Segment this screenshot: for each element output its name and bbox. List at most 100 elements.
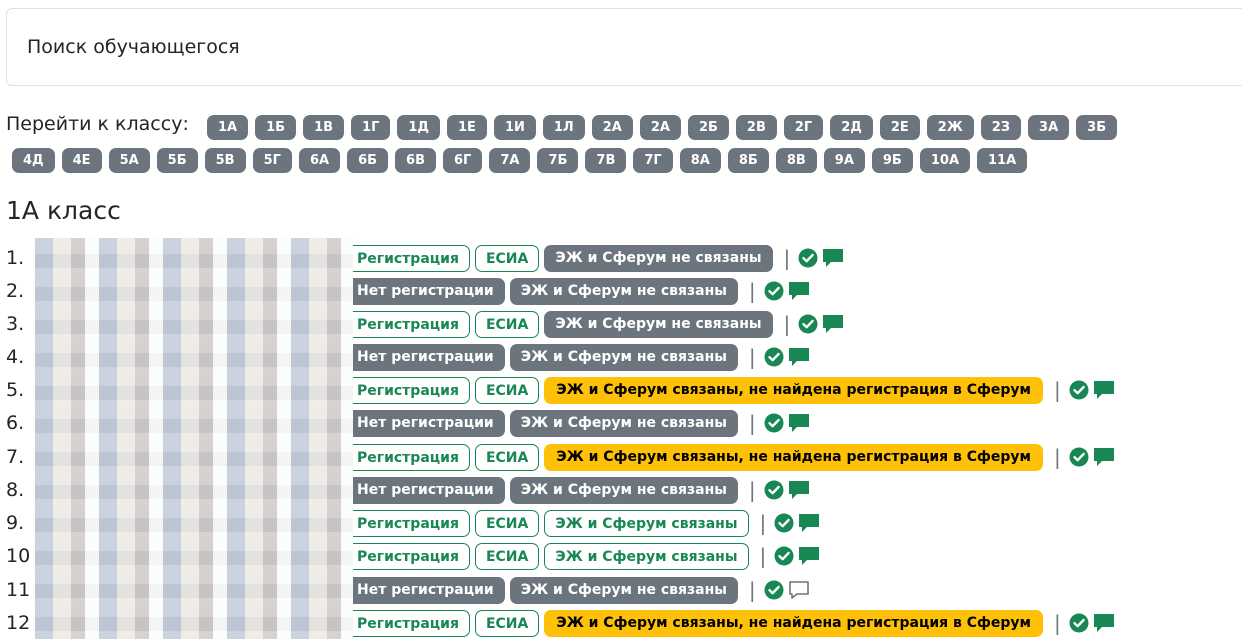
student-number: 5. (6, 379, 25, 401)
student-number: 7. (6, 446, 25, 468)
search-input[interactable] (25, 35, 929, 59)
class-button[interactable]: 1В (303, 115, 345, 140)
check-circle-icon (764, 413, 784, 433)
class-button[interactable]: 6А (298, 148, 341, 173)
search-box[interactable] (6, 8, 1242, 86)
class-button[interactable]: 5Г (252, 148, 292, 173)
chat-icon[interactable] (822, 248, 844, 268)
class-button[interactable]: 8В (775, 148, 817, 173)
class-button[interactable]: 2А (639, 115, 681, 140)
status-badge: ЕСИА (474, 376, 540, 404)
status-badge: Регистрация (346, 542, 470, 570)
chat-icon[interactable] (1093, 447, 1115, 467)
status-badge: Нет регистрации (346, 409, 505, 437)
class-button[interactable]: 2Б (687, 115, 729, 140)
status-badge: ЕСИА (474, 244, 540, 272)
separator: | (783, 312, 791, 336)
student-number: 12 (6, 612, 31, 634)
class-button[interactable]: 2З (980, 115, 1022, 140)
class-title: 1А класс (6, 196, 121, 225)
class-button[interactable]: 2А (591, 115, 633, 140)
class-buttons-row-2: 4Д 4Е 5А 5Б 5В 5Г 6А 6Б 6В 6Г 7А 7Б 7В 7Г 8А 8Б 8В 9А 9Б 10… (12, 148, 1034, 177)
chat-icon[interactable] (788, 413, 810, 433)
class-button[interactable]: 1Д (397, 115, 441, 140)
class-button[interactable]: 1Г (351, 115, 391, 140)
class-button[interactable]: 4Е (61, 148, 102, 173)
class-button[interactable]: 3Б (1076, 115, 1118, 140)
status-badge: Нет регистрации (346, 277, 505, 305)
chat-icon[interactable] (788, 347, 810, 367)
separator: | (759, 511, 767, 535)
class-button[interactable]: 9Б (871, 148, 913, 173)
student-number: 1. (6, 247, 25, 269)
class-button[interactable]: 1И (493, 115, 536, 140)
class-button[interactable]: 2Г (783, 115, 824, 140)
student-number: 9. (6, 512, 25, 534)
class-button[interactable]: 4Д (12, 148, 55, 173)
status-badge: ЭЖ и Сферум не связаны (509, 409, 738, 437)
class-button[interactable]: 3А (1028, 115, 1070, 140)
status-badge: ЭЖ и Сферум не связаны (509, 576, 738, 604)
class-button[interactable]: 7В (585, 148, 627, 173)
class-button[interactable]: 5Б (156, 148, 198, 173)
class-button[interactable]: 5В (204, 148, 246, 173)
student-number: 8. (6, 479, 25, 501)
chat-icon[interactable] (1093, 613, 1115, 633)
separator: | (783, 246, 791, 270)
class-button[interactable]: 6Б (347, 148, 389, 173)
chat-icon[interactable] (788, 281, 810, 301)
status-badge: Регистрация (346, 443, 470, 471)
class-buttons-row-1: 1А 1Б 1В 1Г 1Д 1Е 1И 1Л 2А 2А 2Б 2В 2Г 2Д 2Е 2Ж 2З 3А 3Б (207, 115, 1124, 144)
class-button[interactable]: 6В (395, 148, 436, 173)
class-button[interactable]: 2В (735, 115, 777, 140)
check-circle-icon (798, 314, 818, 334)
separator: | (1054, 611, 1061, 635)
chat-icon[interactable] (788, 580, 810, 600)
class-button[interactable]: 7Б (537, 148, 579, 173)
class-button[interactable]: 5А (108, 148, 150, 173)
check-circle-icon (774, 513, 794, 533)
class-button[interactable]: 8Б (727, 148, 769, 173)
status-badge: Нет регистрации (346, 476, 505, 504)
status-badge: Регистрация (346, 244, 470, 272)
chat-icon[interactable] (798, 546, 820, 566)
chat-icon[interactable] (788, 480, 810, 500)
class-button[interactable]: 2Е (879, 115, 920, 140)
class-button[interactable]: 1А (207, 115, 249, 140)
separator: | (1054, 378, 1061, 402)
status-badge: ЕСИА (474, 609, 540, 637)
class-button[interactable]: 9А (823, 148, 865, 173)
class-button[interactable]: 11А (977, 148, 1028, 173)
class-button[interactable]: 10А (919, 148, 971, 173)
class-button[interactable]: 1Е (447, 115, 487, 140)
check-circle-icon (764, 347, 784, 367)
chat-icon[interactable] (1093, 380, 1115, 400)
class-button[interactable]: 7А (489, 148, 531, 173)
class-button[interactable]: 2Д (830, 115, 873, 140)
class-button[interactable]: 6Г (443, 148, 483, 173)
student-number: 4. (6, 346, 25, 368)
class-button[interactable]: 1Л (542, 115, 585, 140)
status-badge: Регистрация (346, 509, 470, 537)
status-badge: ЭЖ и Сферум не связаны (509, 476, 738, 504)
student-number: 10 (6, 545, 31, 567)
check-circle-icon (798, 248, 818, 268)
class-button[interactable]: 1Б (255, 115, 297, 140)
class-button[interactable]: 8А (679, 148, 721, 173)
check-circle-icon (764, 281, 784, 301)
separator: | (748, 411, 756, 435)
class-button[interactable]: 7Г (633, 148, 673, 173)
separator: | (748, 478, 756, 502)
check-circle-icon (1069, 380, 1089, 400)
class-button[interactable]: 2Ж (926, 115, 974, 140)
status-badge: Нет регистрации (346, 576, 505, 604)
chat-icon[interactable] (822, 314, 844, 334)
separator: | (748, 345, 756, 369)
status-badge: ЭЖ и Сферум связаны (544, 509, 749, 537)
check-circle-icon (774, 546, 794, 566)
separator: | (748, 578, 756, 602)
chat-icon[interactable] (798, 513, 820, 533)
status-badge: ЭЖ и Сферум связаны, не найдена регистра… (544, 376, 1044, 404)
student-number: 3. (6, 313, 25, 335)
separator: | (1054, 445, 1061, 469)
